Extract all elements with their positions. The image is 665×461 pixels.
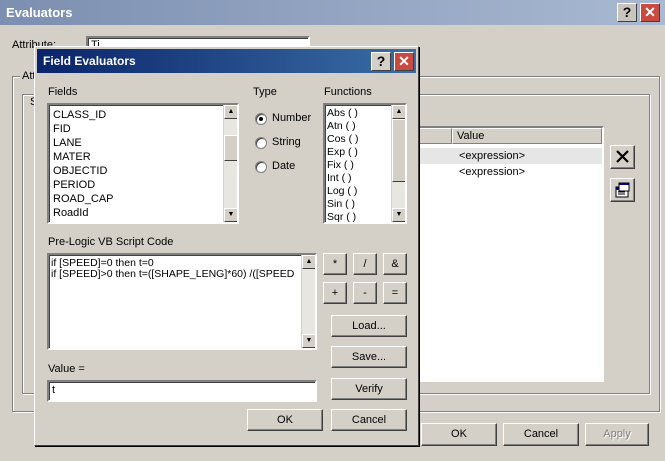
functions-label: Functions <box>324 86 372 98</box>
close-x-icon <box>616 150 629 163</box>
help-icon: ? <box>622 4 632 20</box>
fields-scroll-thumb[interactable] <box>224 135 237 161</box>
field-list-item[interactable]: MATER <box>49 150 237 164</box>
grid-row-2-value[interactable]: <expression> <box>454 165 525 179</box>
field-list-item[interactable]: ROAD_CAP <box>49 192 237 206</box>
functions-scrollbar[interactable]: ▲ ▼ <box>391 105 405 222</box>
evaluators-help-button[interactable]: ? <box>617 3 637 22</box>
prelogic-code-editor[interactable]: if [SPEED]=0 then t=0 if [SPEED]>0 then t… <box>47 253 317 350</box>
type-label: Type <box>253 86 277 98</box>
field-list-item[interactable]: PERIOD <box>49 178 237 192</box>
save-button[interactable]: Save... <box>331 346 407 368</box>
evaluators-ok-button[interactable]: OK <box>421 423 497 446</box>
scroll-up-arrow-icon[interactable]: ▲ <box>224 105 237 119</box>
scroll-up-arrow-icon[interactable]: ▲ <box>302 255 315 269</box>
operator-button[interactable]: = <box>383 282 407 304</box>
properties-button[interactable] <box>610 178 635 202</box>
field-evaluators-ok-button[interactable]: OK <box>247 409 323 431</box>
functions-list[interactable]: Abs ( ) Atn ( ) Cos ( ) Exp ( ) Fix ( ) Int (… <box>323 103 407 224</box>
fields-label: Fields <box>48 86 78 98</box>
field-evaluators-close-button[interactable]: ✕ <box>394 52 414 71</box>
type-radio-label[interactable]: Date <box>272 160 295 172</box>
field-list-item[interactable]: CLASS_ID <box>49 108 237 122</box>
field-evaluators-cancel-button[interactable]: Cancel <box>331 409 407 431</box>
value-input[interactable]: t <box>47 380 317 402</box>
operator-button[interactable]: * <box>323 253 347 275</box>
grid-header-value[interactable]: Value <box>452 128 602 144</box>
code-scrollbar[interactable]: ▲ ▼ <box>301 255 315 348</box>
delete-button[interactable] <box>610 145 635 169</box>
code-line: if [SPEED]>0 then t=([SHAPE_LENG]*60) /(… <box>51 268 295 280</box>
scroll-down-arrow-icon[interactable]: ▼ <box>302 334 315 348</box>
functions-scroll-thumb[interactable] <box>392 119 405 182</box>
fields-scrollbar[interactable]: ▲ ▼ <box>223 105 237 222</box>
evaluators-close-button[interactable]: ✕ <box>640 3 660 22</box>
help-icon: ? <box>376 53 386 69</box>
type-radio-number[interactable] <box>255 113 267 125</box>
type-radio-label[interactable]: String <box>272 136 301 148</box>
operator-button[interactable]: / <box>353 253 377 275</box>
field-list-item[interactable]: OBJECTID <box>49 164 237 178</box>
scroll-down-arrow-icon[interactable]: ▼ <box>224 208 237 222</box>
scroll-down-arrow-icon[interactable]: ▼ <box>392 208 405 222</box>
properties-icon <box>615 182 630 198</box>
grid-row-1-value[interactable]: <expression> <box>454 149 525 163</box>
field-evaluators-title: Field Evaluators <box>43 54 136 68</box>
type-radio-string[interactable] <box>255 137 267 149</box>
field-list-item[interactable]: RoadId <box>49 206 237 220</box>
prelogic-label: Pre-Logic VB Script Code <box>48 236 174 248</box>
scroll-up-arrow-icon[interactable]: ▲ <box>392 105 405 119</box>
fields-list[interactable]: CLASS_ID FID LANE MATER OBJECTID PERIOD ROAD_C… <box>47 103 239 224</box>
load-button[interactable]: Load... <box>331 315 407 337</box>
operator-button[interactable]: - <box>353 282 377 304</box>
field-evaluators-help-button[interactable]: ? <box>371 52 391 71</box>
field-list-item[interactable]: LANE <box>49 136 237 150</box>
type-radio-date[interactable] <box>255 161 267 173</box>
evaluators-cancel-button[interactable]: Cancel <box>503 423 579 446</box>
field-evaluators-titlebar[interactable]: Field Evaluators <box>37 49 416 73</box>
field-list-item[interactable]: FID <box>49 122 237 136</box>
verify-button[interactable]: Verify <box>331 378 407 400</box>
field-evaluators-dialog: Field Evaluators ? ✕ Fields CLASS_ID FID L… <box>34 46 419 446</box>
field-list-item[interactable]: Sh <box>49 220 237 222</box>
evaluators-title: Evaluators <box>6 5 73 20</box>
close-icon: ✕ <box>398 53 410 69</box>
close-icon: ✕ <box>644 4 656 20</box>
value-label: Value = <box>48 363 85 375</box>
evaluators-grid[interactable]: Value <expression> <expression> <box>412 126 604 382</box>
radio-selected-dot-icon <box>259 117 263 121</box>
operator-button[interactable]: + <box>323 282 347 304</box>
evaluators-titlebar[interactable]: Evaluators <box>0 0 665 25</box>
type-radio-label[interactable]: Number <box>272 112 311 124</box>
operator-button[interactable]: & <box>383 253 407 275</box>
evaluators-apply-button[interactable]: Apply <box>585 423 649 446</box>
grid-header-blank <box>414 128 452 144</box>
